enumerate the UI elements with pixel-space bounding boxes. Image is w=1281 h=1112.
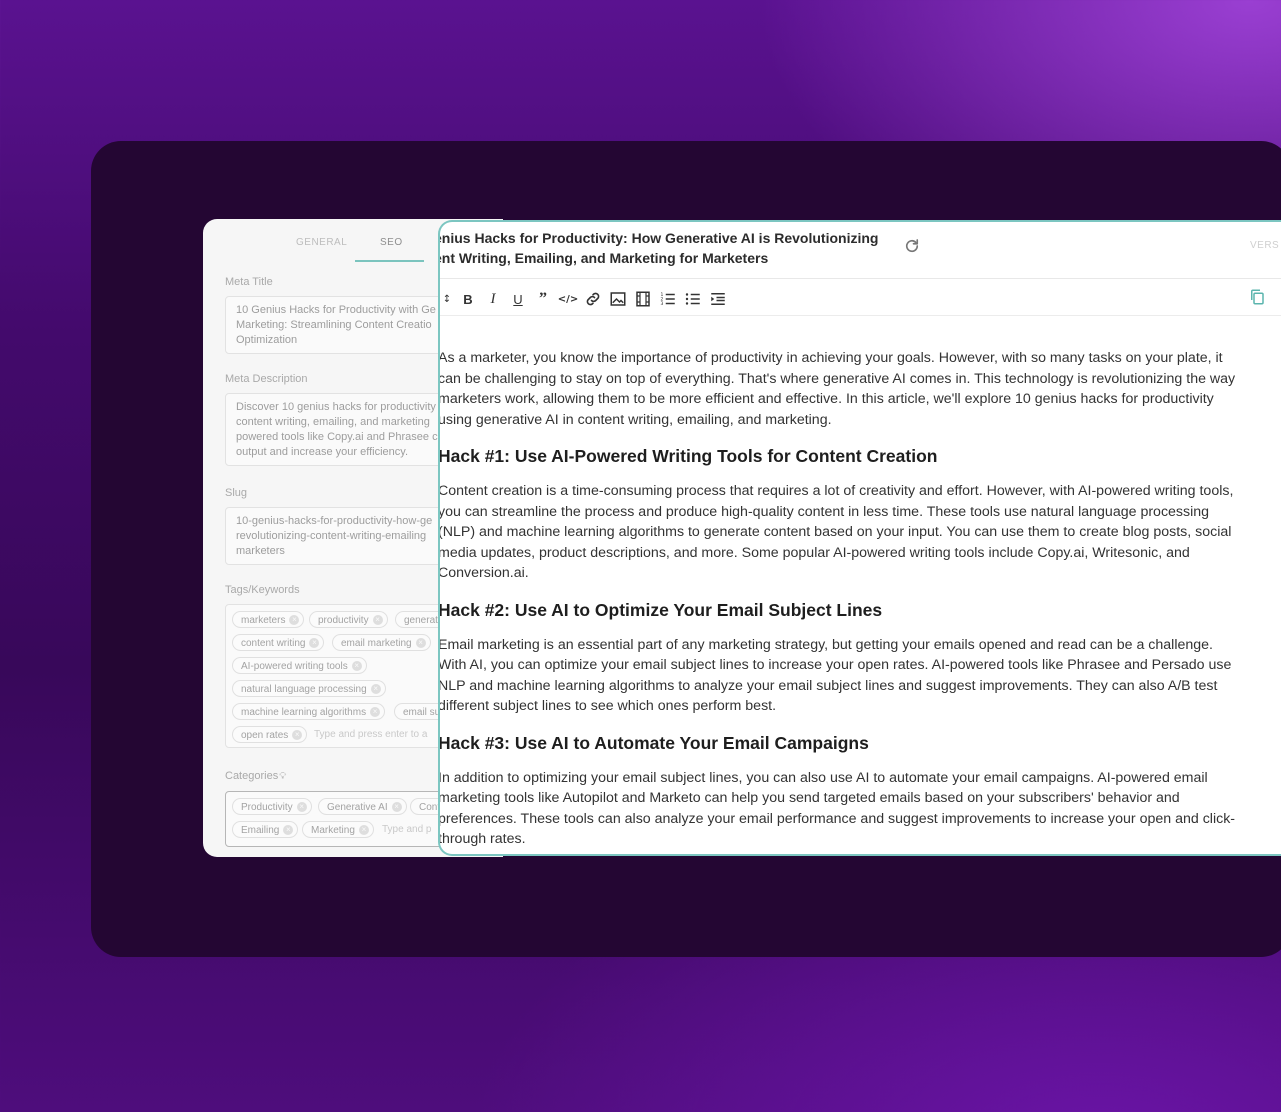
tab-general[interactable]: GENERAL (296, 237, 347, 248)
category-label: Generative AI (327, 802, 388, 813)
section-paragraph: In addition to optimizing your email sub… (438, 769, 1236, 848)
article-body[interactable]: As a marketer, you know the importance o… (438, 348, 1238, 850)
bold-icon[interactable]: B (459, 290, 477, 308)
tag-chip[interactable]: marketers × (232, 611, 305, 628)
lightbulb-icon: 💡︎ (279, 771, 287, 782)
tag-chip[interactable]: machine learning algorithms × (232, 703, 386, 720)
category-label: Cont (419, 802, 441, 813)
tags-label: Tags/Keywords (225, 584, 300, 596)
categories-label: Categories💡︎ (225, 770, 287, 782)
tag-label: AI-powered writing tools (241, 661, 348, 672)
category-label: Marketing (311, 825, 355, 836)
meta-description-label: Meta Description (225, 373, 308, 385)
svg-text:3: 3 (661, 301, 664, 307)
tag-chip[interactable]: email marketing × (332, 634, 431, 651)
remove-tag-icon[interactable]: × (370, 684, 381, 694)
tag-label: productivity (318, 615, 369, 626)
tag-label: content writing (241, 638, 306, 649)
underline-icon[interactable]: U (509, 290, 527, 308)
tag-label: email marketing (341, 638, 412, 649)
bullet-list-icon[interactable] (684, 290, 702, 308)
meta-title-label: Meta Title (225, 276, 273, 288)
link-icon[interactable] (584, 290, 602, 308)
refresh-icon[interactable] (903, 237, 921, 255)
article-title[interactable]: enius Hacks for Productivity: How Genera… (440, 228, 894, 268)
remove-tag-icon[interactable]: × (292, 730, 303, 740)
category-label: Emailing (241, 825, 280, 836)
category-chip[interactable]: Marketing × (302, 821, 374, 838)
remove-tag-icon[interactable]: × (289, 615, 300, 625)
indent-icon[interactable] (709, 290, 727, 308)
remove-category-icon[interactable]: × (283, 825, 294, 835)
code-icon[interactable]: </> (558, 290, 578, 308)
tags-input-placeholder[interactable]: Type and press enter to a (314, 729, 427, 740)
category-chip[interactable]: Emailing × (232, 821, 299, 838)
tag-label: natural language processing (241, 684, 367, 695)
remove-category-icon[interactable]: × (391, 802, 402, 812)
remove-tag-icon[interactable]: × (415, 638, 426, 648)
quote-icon[interactable]: ” (534, 290, 552, 308)
tab-seo[interactable]: SEO (380, 237, 403, 248)
tag-label: email su (403, 707, 441, 718)
slug-label: Slug (225, 487, 248, 499)
tag-chip[interactable]: natural language processing × (232, 680, 386, 697)
italic-icon[interactable]: I (484, 290, 502, 308)
section-heading: Hack #2: Use AI to Optimize Your Email S… (438, 599, 883, 620)
video-icon[interactable] (634, 290, 652, 308)
image-icon[interactable] (609, 290, 627, 308)
remove-tag-icon[interactable]: × (309, 638, 320, 648)
category-chip[interactable]: Productivity × (232, 798, 312, 815)
header-divider (440, 278, 1281, 279)
category-chip[interactable]: Generative AI × (318, 798, 407, 815)
toolbar-divider (440, 315, 1281, 316)
tag-label: marketers (241, 615, 286, 626)
section-heading: Hack #3: Use AI to Automate Your Email C… (438, 732, 869, 753)
copy-icon[interactable] (1248, 288, 1266, 306)
tag-label: machine learning algorithms (241, 707, 367, 718)
category-label: Productivity (241, 802, 293, 813)
categories-input-placeholder[interactable]: Type and p (382, 824, 431, 835)
sort-icon[interactable]: ↕ (440, 290, 456, 308)
tag-chip[interactable]: open rates × (232, 726, 308, 743)
section-paragraph: Email marketing is an essential part of … (438, 636, 1232, 715)
tag-chip[interactable]: AI-powered writing tools × (232, 657, 367, 674)
active-tab-indicator (355, 260, 424, 262)
tag-label: generat (404, 615, 438, 626)
section-paragraph: Content creation is a time-consuming pro… (438, 483, 1234, 581)
remove-tag-icon[interactable]: × (372, 615, 383, 625)
section-heading: Hack #1: Use AI-Powered Writing Tools fo… (438, 446, 938, 466)
tag-chip[interactable]: productivity × (309, 611, 388, 628)
tag-label: open rates (241, 730, 289, 741)
intro-paragraph: As a marketer, you know the importance o… (438, 350, 1236, 428)
remove-category-icon[interactable]: × (296, 802, 307, 812)
formatting-toolbar: ↕ B I U ” </> 123 (440, 286, 1281, 314)
remove-category-icon[interactable]: × (358, 825, 369, 835)
editor-card: enius Hacks for Productivity: How Genera… (438, 220, 1281, 856)
version-label[interactable]: VERS (1250, 240, 1279, 251)
ordered-list-icon[interactable]: 123 (659, 290, 677, 308)
remove-tag-icon[interactable]: × (351, 661, 362, 671)
tag-chip[interactable]: content writing × (232, 634, 325, 651)
remove-tag-icon[interactable]: × (370, 707, 381, 717)
